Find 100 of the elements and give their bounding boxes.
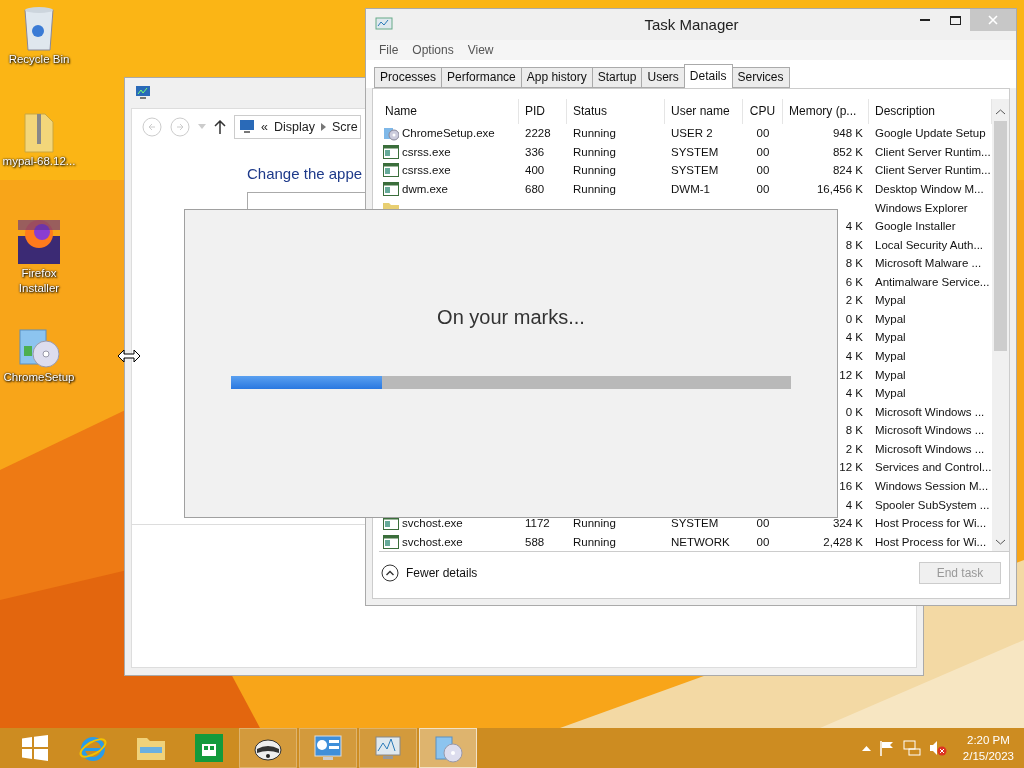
- collapse-icon: [381, 564, 399, 582]
- table-cell-text: Spooler SubSystem ...: [874, 498, 991, 511]
- caret-icon[interactable]: [198, 124, 206, 130]
- table-cell-text: Host Process for Wi...: [874, 517, 988, 530]
- column-header[interactable]: Memory (p...: [783, 99, 869, 124]
- tab[interactable]: Processes: [374, 67, 443, 88]
- table-cell-text: 4 K: [844, 498, 864, 511]
- table-cell-text: Running: [572, 535, 617, 548]
- installer-icon: [433, 733, 463, 763]
- up-arrow-icon[interactable]: [214, 120, 226, 134]
- installer-icon: [383, 125, 399, 142]
- table-cell-text: Google Installer: [874, 220, 957, 233]
- table-cell-text: Mypal: [874, 331, 907, 344]
- table-cell-text: 4 K: [844, 387, 864, 400]
- table-cell-text: 2,428 K: [822, 535, 864, 548]
- menu-item[interactable]: View: [460, 43, 501, 57]
- table-cell-text: Running: [572, 182, 617, 195]
- column-header[interactable]: PID: [519, 99, 567, 124]
- tab[interactable]: Users: [641, 67, 685, 88]
- address-bar[interactable]: « Display Scre: [234, 115, 361, 139]
- minimize-icon: [920, 19, 930, 21]
- table-cell-text: Running: [572, 517, 617, 530]
- network-icon[interactable]: [902, 740, 921, 756]
- table-cell-text: 2 K: [844, 442, 864, 455]
- speaker-muted-icon[interactable]: [928, 740, 947, 756]
- table-cell-text: 2 K: [844, 294, 864, 307]
- table-cell-text: Microsoft Windows ...: [874, 424, 986, 437]
- table-cell-text: Mypal: [874, 312, 907, 325]
- table-cell-text: 0 K: [844, 312, 864, 325]
- window-icon: [383, 181, 399, 196]
- table-cell-text: Running: [572, 145, 617, 158]
- column-header[interactable]: Status: [567, 99, 665, 124]
- breadcrumb-item[interactable]: Scre: [331, 120, 358, 134]
- table-cell-text: 824 K: [831, 164, 864, 177]
- folder-icon: [136, 735, 166, 761]
- tab[interactable]: Performance: [441, 67, 522, 88]
- table-cell-text: 324 K: [831, 517, 864, 530]
- tab[interactable]: Services: [731, 67, 790, 88]
- scroll-up-icon[interactable]: [996, 109, 1005, 115]
- table-cell-text: Antimalware Service...: [874, 275, 991, 288]
- maximize-icon: [949, 15, 961, 25]
- process-name: ChromeSetup.exe: [402, 127, 495, 140]
- table-cell-text: Windows Session M...: [874, 479, 990, 492]
- table-cell-text: Services and Control...: [874, 461, 992, 474]
- table-cell-text: Local Security Auth...: [874, 238, 985, 251]
- table-cell-text: SYSTEM: [670, 517, 720, 530]
- table-cell-text: 0 K: [844, 405, 864, 418]
- table-cell-text: 16,456 K: [815, 182, 864, 195]
- table-cell-text: 12 K: [838, 461, 864, 474]
- window-title: Task Manager: [644, 16, 739, 33]
- table-cell-text: 8 K: [844, 424, 864, 437]
- shortcut-label: Firefox Installer: [17, 266, 61, 296]
- table-cell-text: 588: [524, 535, 546, 548]
- table-cell-text: Microsoft Windows ...: [874, 405, 986, 418]
- scrollbar[interactable]: [992, 99, 1009, 551]
- table-cell-text: 6 K: [844, 275, 864, 288]
- table-cell-text: 4 K: [844, 331, 864, 344]
- taskbar-app[interactable]: [239, 728, 297, 768]
- caret-up-icon[interactable]: [861, 745, 871, 751]
- recycle-bin-icon: [21, 6, 57, 52]
- windows-logo-icon: [22, 735, 48, 761]
- table-cell-text: Windows Explorer: [874, 201, 969, 214]
- process-name: csrss.exe: [402, 164, 451, 177]
- back-icon[interactable]: [142, 117, 162, 137]
- control-panel-icon: [313, 734, 343, 762]
- window-icon: [383, 144, 399, 159]
- shortcut-label: ChromeSetup: [2, 370, 76, 385]
- tab[interactable]: Startup: [591, 67, 643, 88]
- page-heading: Change the appe: [247, 165, 363, 182]
- menu-item[interactable]: File: [372, 43, 406, 57]
- column-header[interactable]: Name: [379, 99, 519, 124]
- forward-icon[interactable]: [170, 117, 190, 137]
- breadcrumb-item[interactable]: Display: [273, 120, 315, 134]
- menu-item[interactable]: Options: [405, 43, 461, 57]
- date-text: 2/15/2023: [962, 749, 1014, 764]
- close-icon: [988, 15, 998, 25]
- table-cell-text: 8 K: [844, 238, 864, 251]
- table-cell-text: 4 K: [844, 350, 864, 363]
- column-header[interactable]: CPU: [743, 99, 783, 124]
- column-header[interactable]: User name: [665, 99, 743, 124]
- time-text: 2:20 PM: [967, 733, 1010, 748]
- table-cell-text: SYSTEM: [670, 145, 720, 158]
- table-cell-text: 16 K: [838, 479, 864, 492]
- table-cell-text: 8 K: [844, 257, 864, 270]
- chevron-icon: [320, 123, 326, 131]
- breadcrumb-overflow[interactable]: «: [261, 120, 268, 134]
- table-cell-text: Mypal: [874, 387, 907, 400]
- flag-icon[interactable]: [878, 740, 895, 756]
- table-cell-text: SYSTEM: [670, 164, 720, 177]
- table-cell-text: 336: [524, 145, 546, 158]
- tab[interactable]: App history: [520, 67, 593, 88]
- scroll-thumb[interactable]: [994, 121, 1007, 351]
- table-cell-text: Running: [572, 127, 617, 140]
- table-cell-text: 948 K: [831, 127, 864, 140]
- fewer-details-button[interactable]: Fewer details: [381, 564, 478, 582]
- table-cell-text: Mypal: [874, 294, 907, 307]
- table-cell-text: 00: [755, 127, 771, 140]
- scroll-down-icon[interactable]: [996, 539, 1005, 545]
- table-cell-text: 400: [524, 164, 546, 177]
- table-cell-text: NETWORK: [670, 535, 731, 548]
